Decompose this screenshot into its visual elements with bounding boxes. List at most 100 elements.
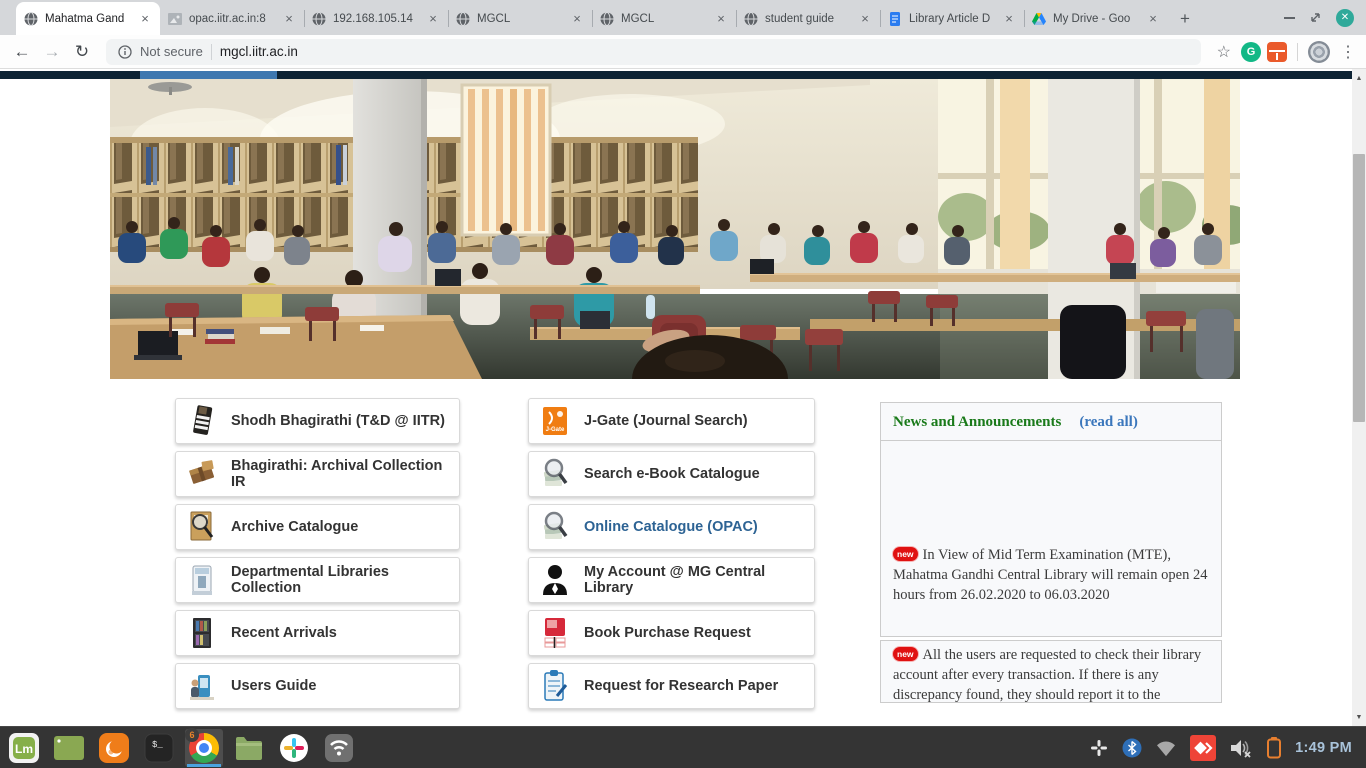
tab-my-drive[interactable]: My Drive - Goo × — [1024, 2, 1168, 35]
tab-close-icon[interactable]: × — [425, 11, 441, 27]
site-navbar-active-item[interactable] — [140, 71, 277, 79]
browser-menu-icon[interactable]: ⋮ — [1340, 42, 1356, 62]
close-window-button[interactable]: ✕ — [1336, 9, 1354, 27]
scroll-down-icon[interactable]: ▼ — [1352, 711, 1366, 725]
tab-title: Library Article D — [909, 13, 995, 25]
tab-close-icon[interactable]: × — [1001, 11, 1017, 27]
link-departmental-libraries[interactable]: Departmental Libraries Collection — [175, 557, 460, 603]
info-icon[interactable] — [118, 45, 132, 59]
tab-mgcl-2[interactable]: MGCL × — [592, 2, 736, 35]
tab-title: My Drive - Goo — [1053, 13, 1139, 25]
bluetooth-icon[interactable] — [1122, 738, 1142, 758]
restore-button[interactable] — [1309, 11, 1322, 24]
slack-tray-icon[interactable] — [1089, 738, 1109, 758]
quick-link-label: Online Catalogue (OPAC) — [584, 519, 758, 535]
firefox-launcher[interactable] — [95, 729, 133, 767]
quick-link-label: Departmental Libraries Collection — [231, 564, 447, 596]
scroll-up-icon[interactable]: ▲ — [1352, 72, 1366, 86]
tab-mahatma-gandhi[interactable]: Mahatma Gand × — [16, 2, 160, 35]
address-bar[interactable]: Not secure mgcl.iitr.ac.in — [106, 39, 1201, 65]
link-my-account[interactable]: My Account @ MG Central Library — [528, 557, 815, 603]
quick-link-label: My Account @ MG Central Library — [584, 564, 802, 596]
tab-opac[interactable]: opac.iitr.ac.in:8 × — [160, 2, 304, 35]
read-all-link[interactable]: (read all) — [1079, 414, 1137, 430]
volume-muted-icon[interactable] — [1229, 737, 1253, 759]
slack-launcher[interactable] — [275, 729, 313, 767]
taskbar-clock[interactable]: 1:49 PM — [1295, 740, 1352, 756]
mint-logo-text: Lm — [15, 742, 33, 756]
tab-library-article[interactable]: Library Article D × — [880, 2, 1024, 35]
tab-title: student guide — [765, 13, 851, 25]
terminal-prompt-text: $_ — [152, 740, 163, 750]
wifi-status-icon[interactable] — [1155, 739, 1177, 757]
tab-close-icon[interactable]: × — [857, 11, 873, 27]
tab-close-icon[interactable]: × — [569, 11, 585, 27]
system-tray: 1:49 PM — [1089, 735, 1361, 761]
file-manager-launcher[interactable] — [230, 729, 268, 767]
link-bhagirathi-archival[interactable]: Bhagirathi: Archival Collection IR — [175, 451, 460, 497]
address-separator — [211, 44, 212, 60]
toolbar-separator — [1297, 43, 1298, 61]
profile-avatar[interactable] — [1308, 41, 1330, 63]
back-button[interactable]: ← — [10, 42, 34, 62]
link-users-guide[interactable]: Users Guide — [175, 663, 460, 709]
bookmark-star-icon[interactable]: ☆ — [1217, 42, 1231, 62]
globe-icon — [311, 11, 327, 27]
chrome-taskbar-button[interactable]: 6 — [185, 729, 223, 767]
link-recent-arrivals[interactable]: Recent Arrivals — [175, 610, 460, 656]
news-title: News and Announcements — [893, 414, 1061, 430]
anydesk-tray-icon[interactable] — [1190, 735, 1216, 761]
new-badge: new — [893, 647, 918, 661]
guide-kiosk-icon — [188, 669, 216, 703]
extension-icon[interactable] — [1267, 42, 1287, 62]
tab-title: MGCL — [477, 13, 563, 25]
news-item: newAll the users are requested to check … — [881, 641, 1221, 703]
grammarly-extension-icon[interactable]: G — [1241, 42, 1261, 62]
tab-ip-address[interactable]: 192.168.105.14 × — [304, 2, 448, 35]
link-research-paper-request[interactable]: Request for Research Paper — [528, 663, 815, 709]
news-box-secondary: newAll the users are requested to check … — [880, 640, 1222, 703]
minimize-button[interactable] — [1284, 17, 1295, 19]
scrollbar-thumb[interactable] — [1353, 154, 1365, 422]
browser-tab-strip: Mahatma Gand × opac.iitr.ac.in:8 × 192.1… — [0, 0, 1366, 35]
quick-link-label: Archive Catalogue — [231, 519, 358, 535]
link-book-purchase[interactable]: Book Purchase Request — [528, 610, 815, 656]
department-building-icon — [188, 563, 216, 597]
link-archive-catalogue[interactable]: Archive Catalogue — [175, 504, 460, 550]
tab-title: opac.iitr.ac.in:8 — [189, 13, 275, 25]
svg-text:J-Gate: J-Gate — [546, 427, 565, 433]
link-opac[interactable]: Online Catalogue (OPAC) — [528, 504, 815, 550]
quick-links-middle-column: J-Gate J-Gate (Journal Search) Search e-… — [528, 398, 815, 709]
tab-close-icon[interactable]: × — [1145, 11, 1161, 27]
thesis-book-icon — [188, 404, 216, 438]
link-jgate[interactable]: J-Gate J-Gate (Journal Search) — [528, 398, 815, 444]
news-item-text: All the users are requested to check the… — [893, 647, 1201, 703]
forward-button[interactable]: → — [40, 42, 64, 62]
quick-link-label: Book Purchase Request — [584, 625, 751, 641]
show-desktop-button[interactable] — [50, 729, 88, 767]
network-settings-launcher[interactable] — [320, 729, 358, 767]
battery-icon[interactable] — [1266, 737, 1282, 759]
new-tab-button[interactable]: + — [1172, 6, 1198, 32]
page-scrollbar[interactable]: ▲ ▼ — [1352, 69, 1366, 726]
window-controls: ✕ — [1272, 0, 1366, 35]
link-search-ebook[interactable]: Search e-Book Catalogue — [528, 451, 815, 497]
terminal-launcher[interactable]: $_ — [140, 729, 178, 767]
tab-title: Mahatma Gand — [45, 13, 131, 25]
globe-icon — [455, 11, 471, 27]
tab-close-icon[interactable]: × — [137, 11, 153, 27]
quick-link-label: Recent Arrivals — [231, 625, 337, 641]
tab-close-icon[interactable]: × — [713, 11, 729, 27]
link-shodh-bhagirathi[interactable]: Shodh Bhagirathi (T&D @ IITR) — [175, 398, 460, 444]
site-navbar-remnant — [0, 71, 1352, 79]
library-photo — [110, 79, 1240, 379]
red-book-icon — [541, 616, 569, 650]
tab-student-guide[interactable]: student guide × — [736, 2, 880, 35]
tab-title: MGCL — [621, 13, 707, 25]
webpage-viewport: Shodh Bhagirathi (T&D @ IITR) Bhagirathi… — [0, 69, 1366, 726]
tab-title: 192.168.105.14 — [333, 13, 419, 25]
mint-menu-button[interactable]: Lm — [5, 729, 43, 767]
reload-button[interactable]: ↻ — [70, 42, 94, 62]
tab-close-icon[interactable]: × — [281, 11, 297, 27]
tab-mgcl-1[interactable]: MGCL × — [448, 2, 592, 35]
